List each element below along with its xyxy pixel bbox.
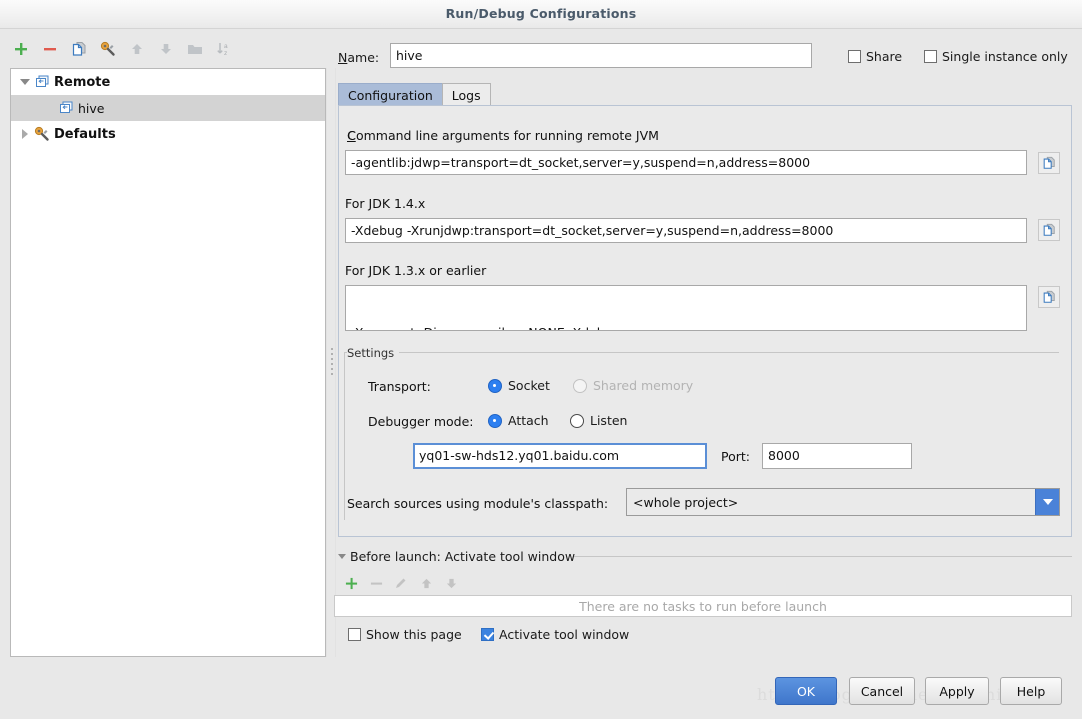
before-launch-header[interactable]: Before launch: Activate tool window — [338, 549, 575, 564]
cmdline-label: CCommand line arguments for running remo… — [347, 128, 659, 143]
move-task-up-button[interactable] — [415, 572, 437, 594]
expand-toggle-remote[interactable] — [17, 74, 33, 90]
svg-text:z: z — [224, 50, 227, 57]
settings-group-left-border — [344, 352, 345, 520]
activate-tool-window-checkbox[interactable]: Activate tool window — [481, 627, 629, 642]
share-label: Share — [866, 49, 903, 64]
move-down-button[interactable] — [155, 38, 177, 60]
remote-icon — [57, 100, 75, 116]
jdk13-input[interactable]: -Xnoagent -Djava.compiler=NONE -Xdebug -… — [345, 285, 1027, 331]
search-sources-label: Search sources using module's classpath: — [347, 496, 609, 511]
panel-splitter[interactable] — [326, 68, 336, 657]
cmdline-input[interactable]: -agentlib:jdwp=transport=dt_socket,serve… — [345, 150, 1027, 175]
single-instance-label: Single instance only — [942, 49, 1068, 64]
wrench-icon — [33, 126, 51, 142]
copy-configuration-button[interactable] — [68, 38, 90, 60]
dialog-title: Run/Debug Configurations — [445, 6, 637, 21]
show-this-page-checkbox-box[interactable] — [348, 628, 361, 641]
debugger-mode-attach-label: Attach — [508, 413, 549, 428]
jdk14-label: For JDK 1.4.x — [345, 196, 426, 211]
jdk14-input[interactable]: -Xdebug -Xrunjdwp:transport=dt_socket,se… — [345, 218, 1027, 243]
tree-node-label: Defaults — [54, 126, 116, 142]
tree-node-hive[interactable]: hive — [11, 95, 325, 121]
name-input[interactable] — [390, 43, 812, 68]
debugger-mode-listen-label: Listen — [590, 413, 628, 428]
add-configuration-button[interactable] — [10, 38, 32, 60]
share-checkbox-box[interactable] — [848, 50, 861, 63]
settings-group-top-border — [344, 352, 1059, 353]
tree-node-label: hive — [78, 100, 105, 116]
sort-alphabetically-button[interactable]: a z — [213, 38, 235, 60]
add-task-button[interactable] — [340, 572, 362, 594]
before-launch-empty-list[interactable]: There are no tasks to run before launch — [334, 595, 1072, 617]
show-this-page-label: Show this page — [366, 627, 462, 642]
move-up-button[interactable] — [126, 38, 148, 60]
cancel-button[interactable]: Cancel — [849, 677, 915, 705]
remove-task-button[interactable] — [365, 572, 387, 594]
show-this-page-checkbox[interactable]: Show this page — [348, 627, 462, 642]
transport-option-socket[interactable]: Socket — [488, 378, 550, 393]
ok-button[interactable]: OK — [775, 677, 837, 705]
before-launch-toolbar — [340, 572, 540, 594]
transport-option-shared-memory: Shared memory — [573, 378, 693, 393]
before-launch-collapse-icon[interactable] — [338, 554, 346, 559]
share-checkbox[interactable]: Share — [848, 49, 902, 64]
copy-cmdline-button[interactable] — [1038, 152, 1060, 174]
transport-socket-radio[interactable] — [488, 378, 502, 393]
run-debug-configurations-dialog: Run/Debug Configurations a z Remote hive… — [0, 0, 1082, 719]
debugger-mode-option-listen[interactable]: Listen — [570, 413, 627, 428]
debugger-mode-listen-radio[interactable] — [570, 413, 584, 428]
tree-node-label: Remote — [54, 74, 111, 90]
move-task-down-button[interactable] — [440, 572, 462, 594]
apply-button[interactable]: Apply — [925, 677, 989, 705]
transport-label: Transport: — [368, 379, 431, 394]
expand-toggle-defaults[interactable] — [17, 126, 33, 142]
configurations-tree[interactable]: Remote hive Defaults — [10, 68, 326, 657]
host-input[interactable]: yq01-sw-hds12.yq01.baidu.com — [413, 443, 707, 469]
splitter-grip — [330, 345, 334, 381]
help-button[interactable]: Help — [1000, 677, 1062, 705]
port-input[interactable]: 8000 — [762, 443, 912, 469]
activate-tool-window-checkbox-box[interactable] — [481, 628, 494, 641]
edit-defaults-wrench-button[interactable] — [97, 38, 119, 60]
jdk13-label: For JDK 1.3.x or earlier — [345, 263, 487, 278]
svg-text:a: a — [224, 43, 228, 50]
edit-task-pencil-button[interactable] — [390, 572, 412, 594]
before-launch-title: Before launch: Activate tool window — [350, 549, 576, 564]
transport-shared-memory-label: Shared memory — [593, 378, 694, 393]
name-label: Name: — [338, 50, 380, 65]
settings-group-label: Settings — [347, 346, 400, 360]
copy-jdk14-button[interactable] — [1038, 219, 1060, 241]
search-sources-combobox[interactable]: <whole project> — [626, 488, 1060, 516]
jdk13-line-1: -Xnoagent -Djava.compiler=NONE -Xdebug — [351, 324, 1021, 330]
tab-logs[interactable]: Logs — [441, 83, 491, 106]
tree-node-remote[interactable]: Remote — [11, 69, 325, 95]
config-tabs: Configuration Logs — [338, 82, 491, 106]
port-label: Port: — [721, 449, 750, 464]
before-launch-divider — [574, 556, 1072, 557]
tree-node-defaults[interactable]: Defaults — [11, 121, 325, 147]
dialog-titlebar: Run/Debug Configurations — [0, 0, 1082, 29]
search-sources-value: <whole project> — [633, 494, 739, 510]
chevron-down-icon[interactable] — [1035, 489, 1059, 515]
transport-shared-memory-radio — [573, 378, 587, 393]
debugger-mode-option-attach[interactable]: Attach — [488, 413, 549, 428]
copy-jdk13-button[interactable] — [1038, 286, 1060, 308]
debugger-mode-label: Debugger mode: — [368, 414, 474, 429]
cmdline-label-text: Command line arguments for running remot… — [347, 128, 659, 143]
remote-icon — [33, 74, 51, 90]
single-instance-checkbox[interactable]: Single instance only — [924, 49, 1068, 64]
debugger-mode-attach-radio[interactable] — [488, 413, 502, 428]
remove-configuration-button[interactable] — [39, 38, 61, 60]
single-instance-checkbox-box[interactable] — [924, 50, 937, 63]
transport-socket-label: Socket — [508, 378, 550, 393]
tab-configuration[interactable]: Configuration — [338, 83, 443, 106]
create-folder-button[interactable] — [184, 38, 206, 60]
configurations-toolbar: a z — [10, 38, 326, 64]
activate-tool-window-label: Activate tool window — [499, 627, 630, 642]
